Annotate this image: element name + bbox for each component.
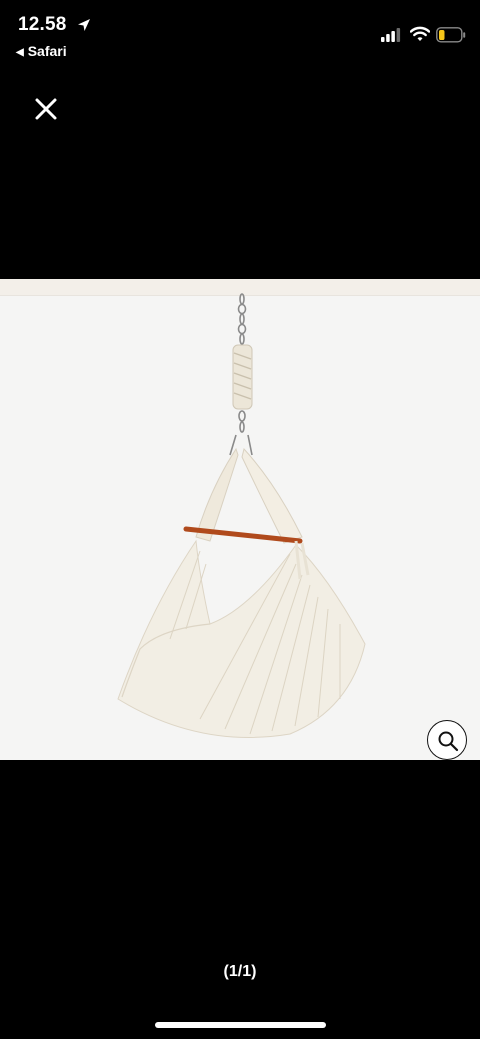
status-bar: 12.58 ◀ Safari <box>0 0 480 70</box>
magnifier-icon <box>438 731 459 752</box>
baby-hammock-photo <box>117 293 366 738</box>
close-icon[interactable] <box>30 93 62 125</box>
back-to-app-link[interactable]: ◀ Safari <box>16 43 67 59</box>
battery-icon <box>436 27 466 43</box>
wifi-icon <box>410 26 430 41</box>
cellular-signal-icon <box>381 28 401 42</box>
zoom-button[interactable] <box>427 720 467 760</box>
page-counter: (1/1) <box>223 963 257 980</box>
product-image-viewer[interactable] <box>0 279 480 760</box>
home-indicator[interactable] <box>155 1022 326 1028</box>
back-triangle-icon: ◀ <box>16 47 24 58</box>
status-time: 12.58 <box>18 14 67 35</box>
back-app-label: Safari <box>27 43 67 59</box>
location-arrow-icon <box>78 19 90 31</box>
